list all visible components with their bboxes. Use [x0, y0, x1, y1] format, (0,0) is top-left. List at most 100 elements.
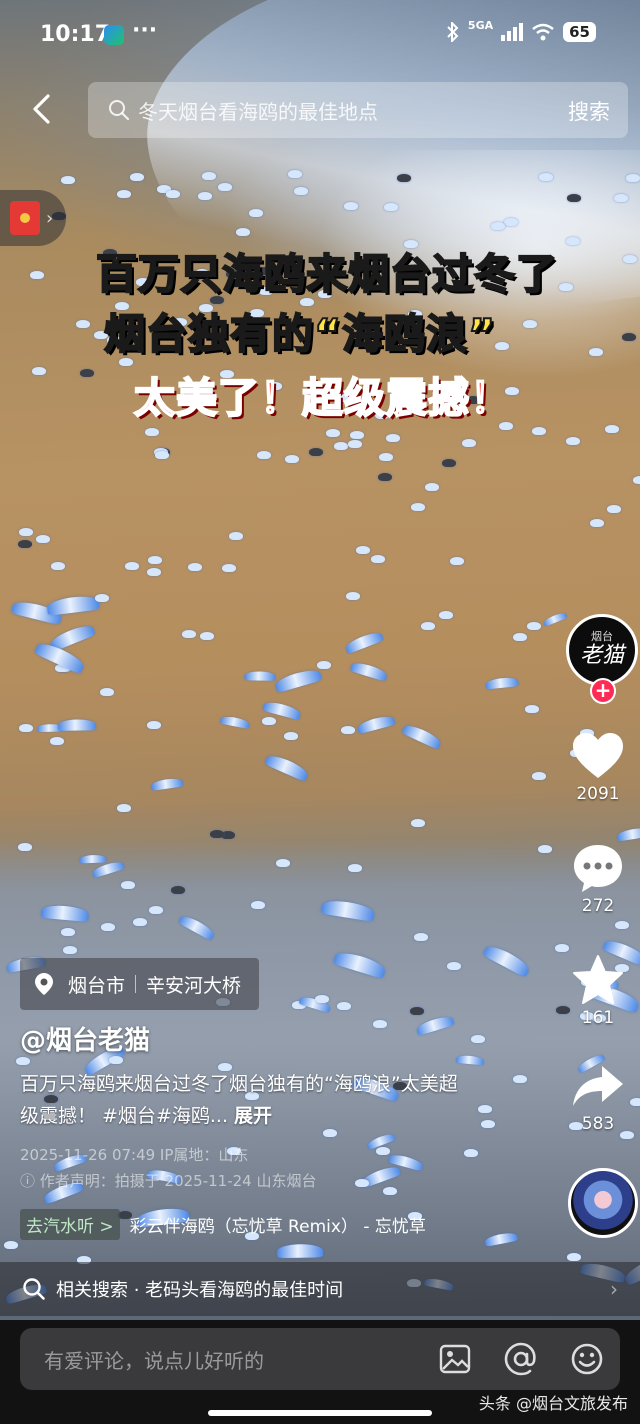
seagull — [491, 222, 505, 230]
seagull — [532, 427, 546, 435]
red-packet-tab[interactable]: › — [0, 190, 66, 246]
seagull — [166, 190, 180, 198]
seagull — [257, 451, 271, 459]
seagull — [607, 505, 621, 513]
seagull — [425, 483, 439, 491]
seagull — [236, 228, 250, 236]
caption-line-3: 太美了！超级震撼！ — [133, 373, 512, 423]
related-search-bar[interactable]: 相关搜索 · 老码头看海鸥的最佳时间 › — [0, 1262, 640, 1316]
search-input[interactable]: 冬天烟台看海鸥的最佳地点 搜索 — [88, 82, 628, 138]
share-button[interactable]: 583 — [556, 1062, 640, 1134]
seagull — [559, 283, 573, 291]
seagull — [350, 431, 364, 439]
music-title: 彩云伴海鸥（忘忧草 Remix） - 忘忧草 — [129, 1216, 426, 1237]
author-name[interactable]: @烟台老猫 — [20, 1020, 150, 1057]
seagull — [61, 928, 75, 936]
seagull — [262, 717, 276, 725]
seagull — [566, 237, 580, 245]
video-description[interactable]: 百万只海鸥来烟台过冬了烟台独有的“海鸥浪”太美超级震撼！ #烟台#海鸥... 展… — [20, 1068, 470, 1132]
like-button[interactable]: 2091 — [556, 732, 640, 804]
seagull — [51, 562, 65, 570]
seagull — [222, 564, 236, 572]
seagull — [341, 726, 355, 734]
seagull — [121, 881, 135, 889]
comment-input[interactable]: 有爱评论，说点儿好听的 — [20, 1328, 620, 1390]
follow-button[interactable]: + — [590, 678, 616, 704]
seagull — [439, 611, 453, 619]
seagull — [117, 804, 131, 812]
seagull — [478, 1105, 492, 1113]
seagull — [210, 830, 224, 838]
search-button[interactable]: 搜索 — [568, 96, 610, 126]
seagull — [125, 562, 139, 570]
seagull — [471, 1035, 485, 1043]
seagull — [294, 187, 308, 195]
seagull — [401, 722, 443, 750]
publish-info: 2025-11-26 07:49 IP属地：山东 — [20, 1146, 249, 1164]
seagull — [309, 448, 323, 456]
seagull — [614, 194, 628, 202]
seagull — [61, 176, 75, 184]
seagull — [149, 906, 163, 914]
seagull — [273, 666, 323, 694]
seagull — [442, 459, 456, 467]
seagull — [100, 688, 114, 696]
location-city: 烟台市 — [68, 974, 126, 997]
seagull — [373, 1020, 387, 1028]
seagull — [371, 555, 385, 563]
seagull — [79, 854, 107, 864]
seagull — [276, 1243, 324, 1259]
location-pin-icon — [35, 973, 53, 995]
open-in-music-app[interactable]: 去汽水听 > — [20, 1208, 120, 1240]
seagull — [147, 568, 161, 576]
seagull — [109, 1056, 123, 1064]
seagull — [200, 632, 214, 640]
seagull — [19, 724, 33, 732]
comment-count: 272 — [581, 896, 615, 916]
seagull — [622, 333, 636, 341]
network-label: 5GA — [467, 18, 494, 32]
location-place: 辛安河大桥 — [146, 974, 242, 997]
favorite-button[interactable]: 161 — [556, 954, 640, 1028]
seagull — [615, 921, 629, 929]
source-watermark: 头条 @烟台文旅发布 — [478, 1394, 628, 1413]
like-count: 2091 — [576, 784, 620, 804]
seagull — [337, 1002, 351, 1010]
seagull — [315, 995, 329, 1003]
music-row[interactable]: 去汽水听 > 彩云伴海鸥（忘忧草 Remix） - 忘忧草 — [20, 1208, 490, 1240]
image-icon[interactable] — [438, 1342, 472, 1376]
seagull — [397, 174, 411, 182]
search-query: 冬天烟台看海鸥的最佳地点 — [138, 99, 378, 124]
seagull — [623, 255, 637, 263]
seagull — [410, 1007, 424, 1015]
location-divider — [135, 975, 137, 993]
status-bar: 10:17 ··· 5GA 65 — [0, 0, 640, 70]
seagull — [276, 859, 290, 867]
seagull — [145, 428, 159, 436]
battery-level: 65 — [563, 22, 596, 42]
related-search-text: 相关搜索 · 老码头看海鸥的最佳时间 — [56, 1280, 344, 1301]
app-store-icon — [104, 25, 124, 45]
comment-button[interactable]: 272 — [556, 842, 640, 916]
seagull — [76, 320, 90, 328]
caption-line-1: 百万只海鸥来烟台过冬了 — [95, 249, 558, 299]
seagull — [101, 923, 115, 931]
seagull — [376, 1147, 390, 1155]
expand-link[interactable]: 展开 — [234, 1105, 272, 1127]
author-avatar[interactable]: 烟台 老猫 — [566, 614, 638, 686]
seagull — [171, 886, 185, 894]
comment-placeholder: 有爱评论，说点儿好听的 — [44, 1348, 264, 1373]
location-tag[interactable]: 烟台市 辛安河大桥 — [20, 958, 260, 1010]
back-arrow-icon[interactable] — [26, 92, 60, 126]
seagull — [464, 1149, 478, 1157]
seagull — [218, 183, 232, 191]
seagull — [36, 535, 50, 543]
heart-icon — [573, 733, 623, 778]
wifi-icon — [532, 23, 554, 41]
at-icon[interactable] — [504, 1342, 538, 1376]
emoji-icon[interactable] — [570, 1342, 604, 1376]
seagull — [344, 629, 384, 655]
music-disc-icon[interactable] — [568, 1168, 638, 1238]
seagull — [264, 752, 310, 782]
share-arrow-icon — [573, 1066, 623, 1106]
